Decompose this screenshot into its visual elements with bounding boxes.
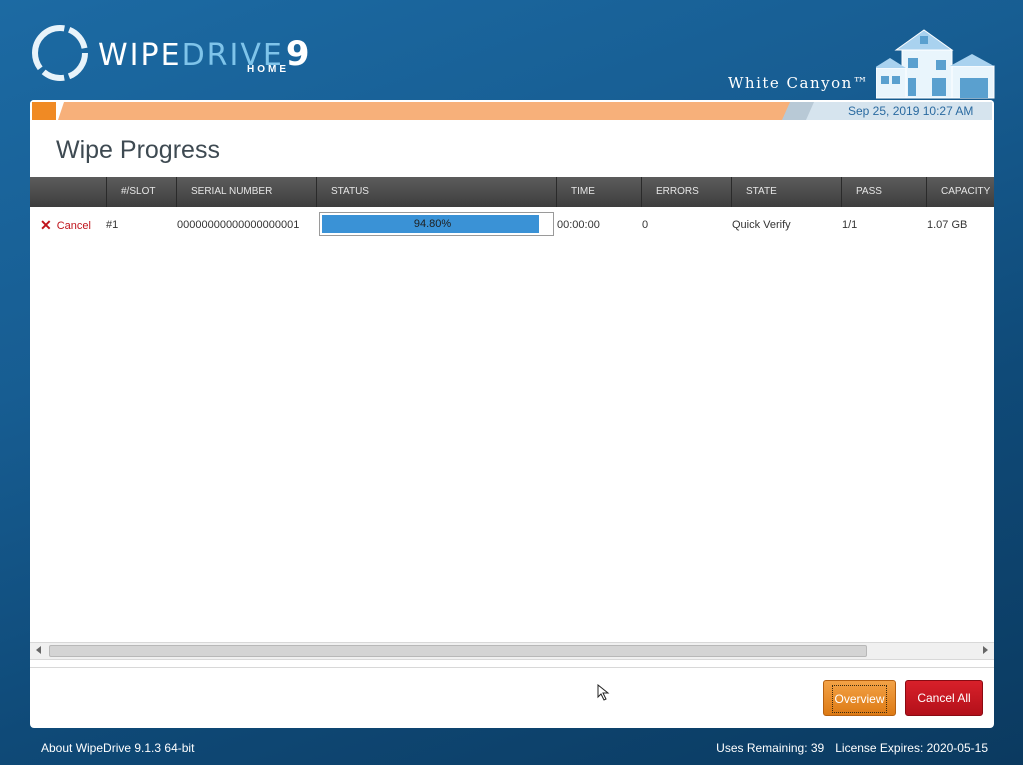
close-icon: ✕ — [40, 217, 52, 233]
column-header-status[interactable]: STATUS — [316, 177, 556, 207]
slot-cell: #1 — [106, 219, 119, 231]
cancel-all-button[interactable]: Cancel All — [905, 680, 983, 716]
header-accent — [32, 102, 56, 120]
house-icon — [876, 29, 995, 99]
page-title: Wipe Progress — [56, 136, 220, 164]
datetime: Sep 25, 2019 10:27 AM — [848, 104, 974, 118]
column-header-serial[interactable]: SERIAL NUMBER — [176, 177, 316, 207]
table-row: ✕ Cancel #1 00000000000000000001 94.80% 0… — [30, 208, 994, 242]
about-link[interactable]: About WipeDrive 9.1.3 64-bit — [41, 741, 194, 755]
table-header: #/SLOT SERIAL NUMBER STATUS TIME ERRORS … — [30, 177, 994, 207]
progress-bar: 94.80% — [319, 212, 554, 236]
header-stripe — [58, 102, 814, 120]
license-info: Uses Remaining: 39 License Expires: 2020-… — [716, 741, 988, 755]
company-name: White Canyon™ — [728, 74, 870, 92]
column-header-errors[interactable]: ERRORS — [641, 177, 731, 207]
arrow-left-icon[interactable] — [36, 646, 41, 654]
capacity-cell: 1.07 GB — [927, 219, 968, 231]
mouse-cursor-icon — [597, 684, 610, 701]
logo-ring-icon — [32, 25, 88, 81]
state-cell: Quick Verify — [732, 219, 791, 231]
scrollbar-thumb[interactable] — [49, 645, 867, 657]
uses-remaining: Uses Remaining: 39 — [716, 741, 825, 755]
column-header-state[interactable]: STATE — [731, 177, 841, 207]
horizontal-scrollbar[interactable] — [30, 642, 994, 660]
divider — [30, 667, 994, 668]
overview-button[interactable]: Overview — [823, 680, 896, 716]
overview-label: Overview — [832, 685, 887, 713]
column-header-action — [30, 177, 106, 207]
main-panel: Sep 25, 2019 10:27 AM Wipe Progress #/SL… — [30, 100, 994, 728]
column-header-time[interactable]: TIME — [556, 177, 641, 207]
pass-cell: 1/1 — [842, 219, 858, 231]
license-expires: License Expires: 2020-05-15 — [835, 741, 988, 755]
progress-label: 94.80% — [413, 218, 452, 230]
brand-edition: HOME — [247, 64, 289, 75]
column-header-pass[interactable]: PASS — [841, 177, 926, 207]
cancel-link[interactable]: ✕ Cancel — [40, 208, 91, 242]
time-cell: 00:00:00 — [557, 219, 600, 231]
column-header-capacity[interactable]: CAPACITY — [926, 177, 994, 207]
serial-cell: 00000000000000000001 — [177, 219, 300, 231]
errors-cell: 0 — [642, 219, 649, 231]
wipedrive-logo: WIPEDRIVE9 HOME — [30, 22, 330, 84]
header-bar: Sep 25, 2019 10:27 AM — [30, 100, 994, 122]
column-header-slot[interactable]: #/SLOT — [106, 177, 176, 207]
cancel-label: Cancel — [56, 220, 91, 232]
arrow-right-icon[interactable] — [983, 646, 988, 654]
